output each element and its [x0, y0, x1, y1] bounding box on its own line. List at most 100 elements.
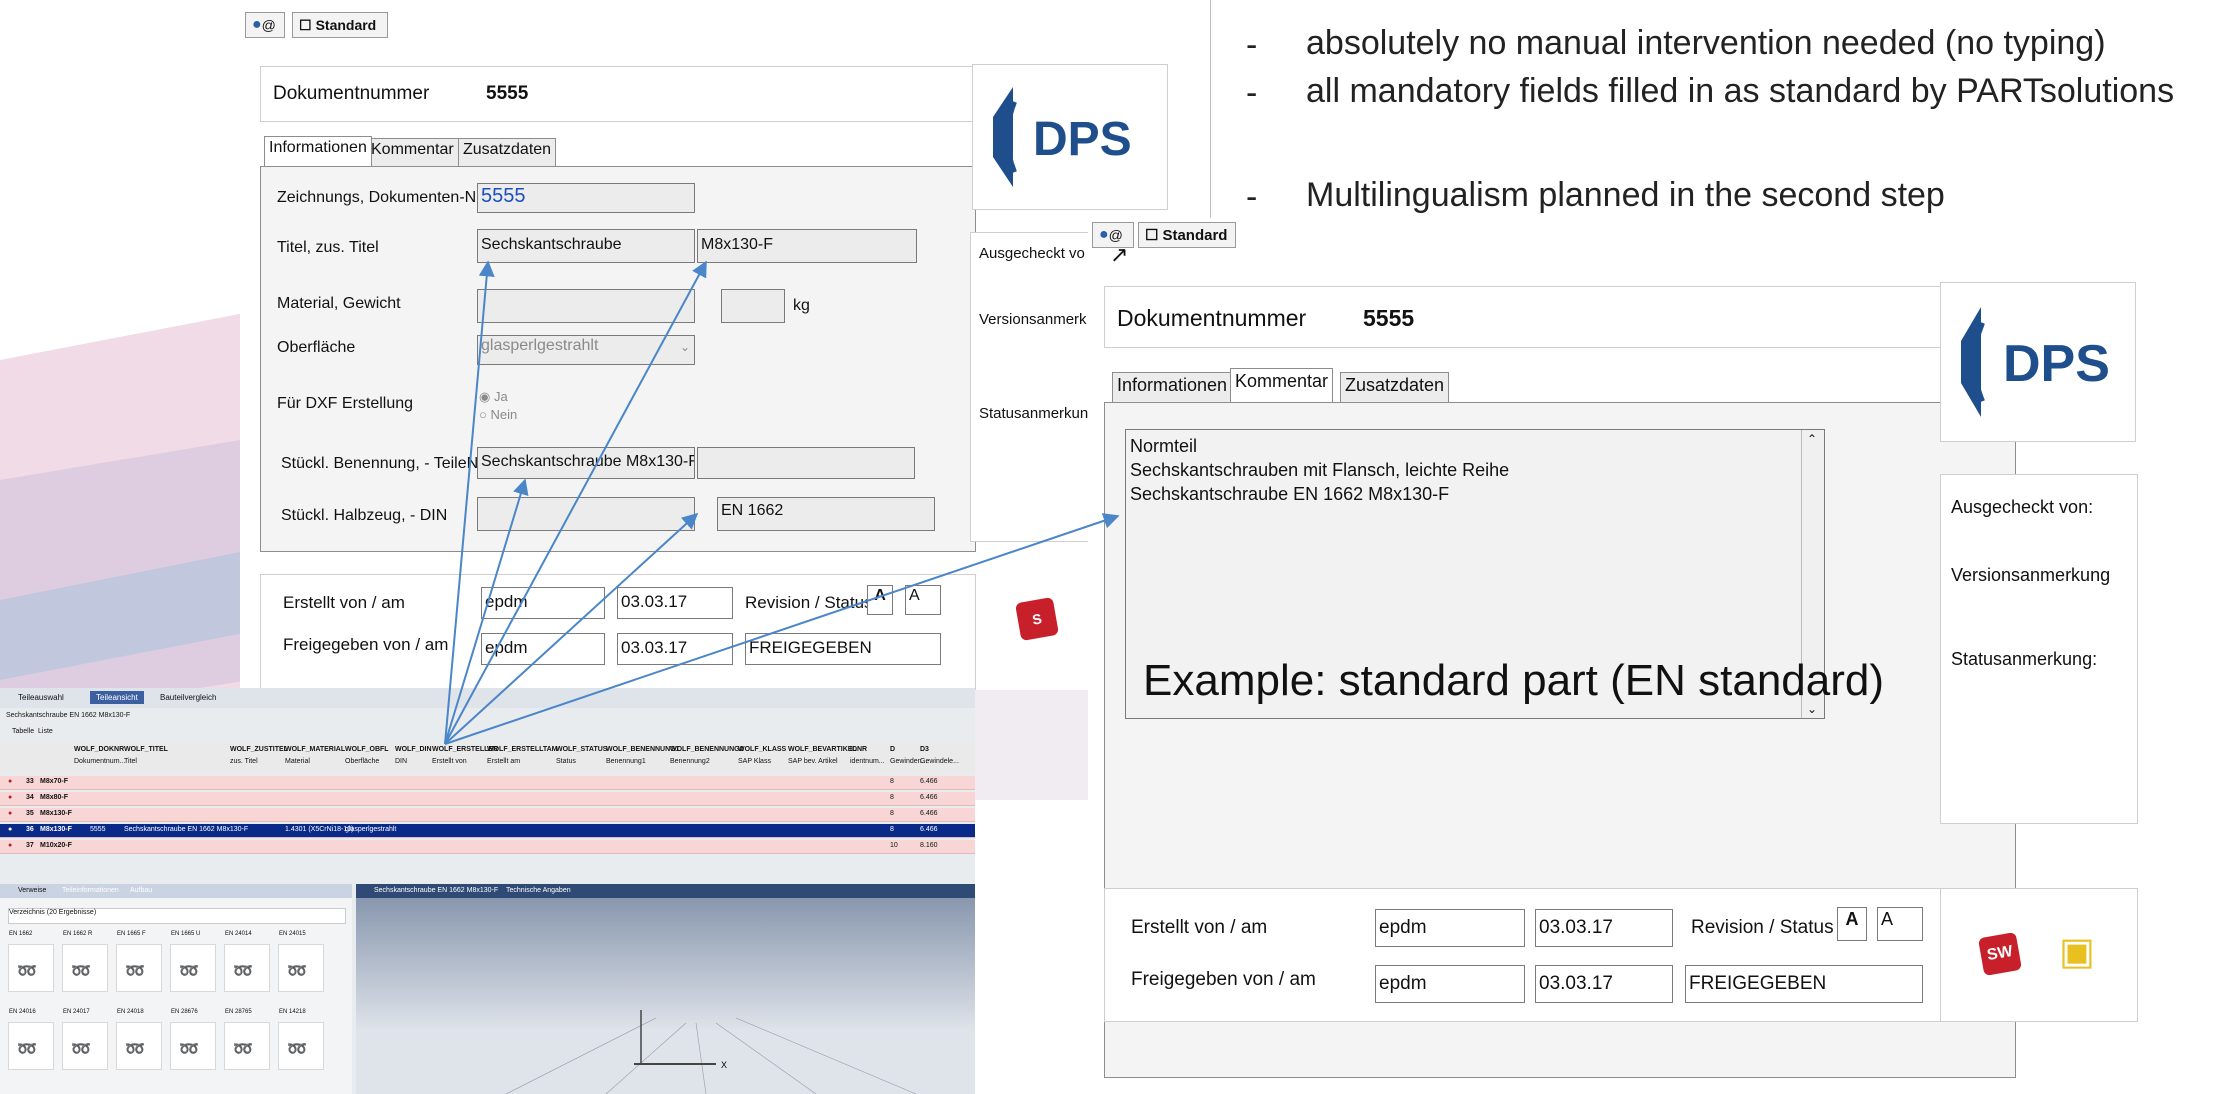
- erstellt-am-field[interactable]: 03.03.17: [1535, 909, 1673, 947]
- column-header[interactable]: WOLF_ZUSTITEL: [230, 746, 288, 753]
- tab-verweise[interactable]: Verweise: [18, 887, 46, 894]
- user-icon: ●: [252, 16, 262, 33]
- tab-bauteilvergleich[interactable]: Bauteilvergleich: [160, 693, 216, 702]
- material-field[interactable]: [477, 289, 695, 323]
- column-header[interactable]: D3: [920, 746, 929, 753]
- freig-von-field[interactable]: epdm: [481, 633, 605, 665]
- column-header[interactable]: IDNR: [850, 746, 867, 753]
- din-field[interactable]: EN 1662: [717, 497, 935, 531]
- part-thumbnail[interactable]: EN 24018 ➿: [116, 1009, 162, 1070]
- tab-informationen[interactable]: Informationen: [264, 136, 372, 166]
- stueckl-benennung-field[interactable]: Sechskantschraube M8x130-F: [477, 447, 695, 479]
- table-row[interactable]: ● 37 M10x20-F 10 8.160: [0, 840, 975, 854]
- freig-von-field[interactable]: epdm: [1375, 965, 1525, 1003]
- status-code-field[interactable]: A: [905, 585, 941, 615]
- column-header[interactable]: WOLF_BENENNUNG2: [670, 746, 744, 753]
- standard-icon: ☐: [299, 16, 312, 33]
- directory-dropdown[interactable]: Verzeichnis (20 Ergebnisse): [8, 908, 346, 924]
- 3d-axis-triad: X: [505, 1010, 917, 1094]
- zeichnung-field[interactable]: 5555: [477, 183, 695, 213]
- bottom-group: Erstellt von / am epdm 03.03.17 Revision…: [1104, 888, 2014, 1022]
- column-header[interactable]: WOLF_TITEL: [124, 746, 168, 753]
- status-field[interactable]: FREIGEGEBEN: [745, 633, 941, 665]
- part-thumbnail-label: EN 14218: [279, 1009, 306, 1015]
- column-header[interactable]: WOLF_OBFL: [345, 746, 389, 753]
- tab-zusatzdaten[interactable]: Zusatzdaten: [458, 138, 557, 166]
- table-row[interactable]: ● 33 M8x70-F 8 6.466: [0, 776, 975, 790]
- subtab-tabelle[interactable]: Tabelle: [12, 728, 34, 735]
- erstellt-am-field[interactable]: 03.03.17: [617, 587, 733, 619]
- status-field[interactable]: FREIGEGEBEN: [1685, 965, 1923, 1003]
- part-thumbnail[interactable]: EN 24015 ➿: [278, 931, 324, 992]
- dxf-nein-radio[interactable]: ○ Nein: [479, 407, 517, 422]
- freig-am-field[interactable]: 03.03.17: [1535, 965, 1673, 1003]
- standard-button[interactable]: ☐ Standard: [1138, 222, 1236, 248]
- part-thumbnail[interactable]: EN 1662 R ➿: [62, 931, 108, 992]
- table-row[interactable]: ● 34 M8x80-F 8 6.466: [0, 792, 975, 806]
- viewer-tab-part[interactable]: Sechskantschraube EN 1662 M8x130-F: [374, 887, 498, 894]
- subtab-liste[interactable]: Liste: [38, 728, 53, 735]
- tab-teileansicht[interactable]: Teileansicht: [90, 691, 144, 704]
- part-thumbnail[interactable]: EN 24017 ➿: [62, 1009, 108, 1070]
- oberflaeche-select[interactable]: glasperlgestrahlt ⌄: [477, 335, 695, 365]
- part-thumbnail[interactable]: EN 14218 ➿: [278, 1009, 324, 1070]
- table-row[interactable]: ● 35 M8x130-F 8 6.466: [0, 808, 975, 822]
- column-header[interactable]: WOLF_DOKNR: [74, 746, 124, 753]
- teilenr-field[interactable]: [697, 447, 915, 479]
- zus-titel-field[interactable]: M8x130-F: [697, 229, 917, 263]
- column-subheader: Gewindele...: [920, 758, 959, 765]
- logo-box: DPS: [1940, 282, 2136, 442]
- part-thumbnail-label: EN 24017: [63, 1009, 90, 1015]
- solidworks-icon[interactable]: SW: [1977, 931, 2023, 977]
- part-thumbnail-label: EN 28676: [171, 1009, 198, 1015]
- revision-field[interactable]: A: [1837, 907, 1867, 941]
- gewicht-field[interactable]: [721, 289, 785, 323]
- table-cell: Sechskantschraube EN 1662 M8x130-F: [124, 826, 249, 833]
- halbzeug-field[interactable]: [477, 497, 695, 531]
- part-thumbnail[interactable]: EN 1662 ➿: [8, 931, 54, 992]
- logo-box: DPS: [972, 64, 1168, 210]
- tab-kommentar[interactable]: Kommentar: [1230, 368, 1334, 402]
- tab-aufbau[interactable]: Aufbau: [130, 887, 152, 894]
- erstellt-von-field[interactable]: epdm: [481, 587, 605, 619]
- viewer-tab-technische-angaben[interactable]: Technische Angaben: [506, 887, 571, 894]
- part-thumbnail[interactable]: EN 28765 ➿: [224, 1009, 270, 1070]
- titel-field[interactable]: Sechskantschraube: [477, 229, 695, 263]
- tab-teileinformationen[interactable]: Teileinformationen: [62, 887, 119, 894]
- revision-field[interactable]: A: [867, 585, 893, 615]
- standard-button[interactable]: ☐ Standard: [292, 12, 388, 38]
- part-icon[interactable]: ▣: [2059, 929, 2095, 974]
- column-header[interactable]: WOLF_MATERIAL: [285, 746, 345, 753]
- solidworks-icon[interactable]: S: [1014, 596, 1060, 642]
- part-thumbnail[interactable]: EN 1665 F ➿: [116, 931, 162, 992]
- part-thumbnail[interactable]: EN 24016 ➿: [8, 1009, 54, 1070]
- column-header[interactable]: WOLF_BEVARTIKEL: [788, 746, 857, 753]
- part-thumbnail[interactable]: EN 28676 ➿: [170, 1009, 216, 1070]
- tab-zusatzdaten[interactable]: Zusatzdaten: [1340, 372, 1450, 402]
- freigegeben-label: Freigegeben von / am: [283, 635, 449, 654]
- column-subheader: DIN: [395, 758, 408, 765]
- column-header[interactable]: WOLF_STATUS: [556, 746, 607, 753]
- erstellt-von-field[interactable]: epdm: [1375, 909, 1525, 947]
- tab-kommentar[interactable]: Kommentar: [366, 138, 459, 166]
- oberflaeche-label: Oberfläche: [277, 339, 356, 356]
- part-thumbnail[interactable]: EN 1665 U ➿: [170, 931, 216, 992]
- chevron-down-icon: ⌄: [679, 340, 690, 354]
- tab-teileauswahl[interactable]: Teileauswahl: [18, 693, 64, 702]
- table-row[interactable]: ● 36 M8x130-F 5555 Sechskantschraube EN 1662…: [0, 824, 975, 838]
- column-header[interactable]: WOLF_BENENNUNG1: [606, 746, 680, 753]
- status-code-field[interactable]: A: [1877, 907, 1923, 941]
- column-header[interactable]: WOLF_DIN: [395, 746, 432, 753]
- column-header[interactable]: WOLF_ERSTELLTAM: [487, 746, 558, 753]
- dxf-ja-radio[interactable]: ◉ Ja: [479, 389, 508, 405]
- gewicht-unit: kg: [793, 297, 810, 314]
- part-thumbnail[interactable]: EN 24014 ➿: [224, 931, 270, 992]
- chevron-up-icon[interactable]: ⌃: [1807, 432, 1817, 446]
- column-header[interactable]: WOLF_KLASS: [738, 746, 786, 753]
- column-header[interactable]: D: [890, 746, 895, 753]
- freig-am-field[interactable]: 03.03.17: [617, 633, 733, 665]
- tab-informationen[interactable]: Informationen: [1112, 372, 1233, 402]
- 3d-viewer: Sechskantschraube EN 1662 M8x130-F Techn…: [356, 884, 975, 1094]
- user-button[interactable]: ● @: [245, 12, 285, 38]
- column-subheader: identnum...: [850, 758, 885, 765]
